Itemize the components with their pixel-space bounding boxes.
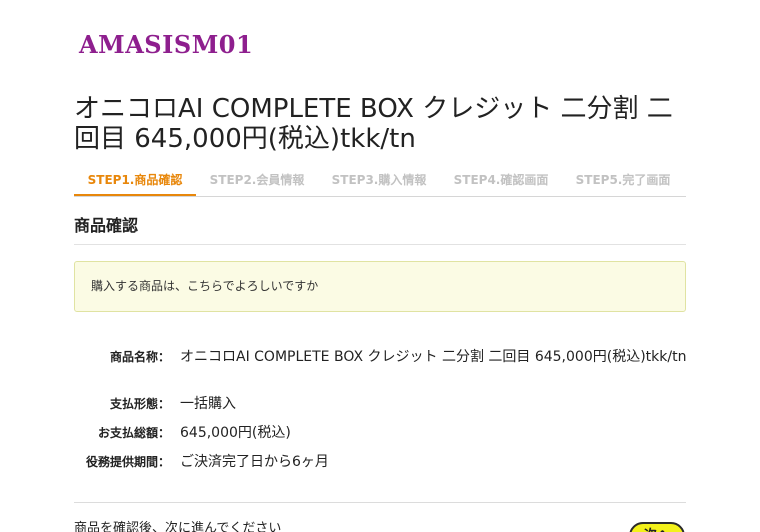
step-product-confirm: STEP1.商品確認 — [74, 168, 196, 196]
detail-total: お支払総額： 645,000円(税込) — [74, 422, 694, 442]
total-label: お支払総額： — [97, 426, 170, 440]
payment-type-value: 一括購入 — [180, 396, 236, 412]
detail-product-name: 商品名称： オニコロAI COMPLETE BOX クレジット 二分割 二回目 6… — [74, 349, 694, 365]
step-member-info: STEP2.会員情報 — [209, 173, 305, 187]
site-logo[interactable]: AMASISM01 — [79, 30, 253, 59]
step-complete-screen: STEP5.完了画面 — [575, 173, 671, 187]
step-purchase-info: STEP3.購入情報 — [331, 173, 427, 187]
service-period-value: ご決済完了日から6ヶ月 — [180, 454, 329, 470]
confirmation-notice: 購入する商品は、こちらでよろしいですか — [74, 261, 686, 312]
product-name-value: オニコロAI COMPLETE BOX クレジット 二分割 二回目 645,00… — [180, 349, 687, 365]
product-name-label: 商品名称： — [109, 350, 170, 364]
section-title: 商品確認 — [74, 212, 686, 245]
total-value: 645,000円(税込) — [180, 425, 291, 441]
product-confirmation-page: AMASISM01 オニコロAI COMPLETE BOX クレジット 二分割 … — [0, 0, 760, 532]
service-period-label: 役務提供期間： — [85, 455, 170, 469]
footer-divider — [74, 502, 686, 503]
payment-type-label: 支払形態： — [109, 397, 170, 411]
footer-instruction: 商品を確認後、次に進んでください — [74, 521, 282, 532]
detail-payment-type: 支払形態： 一括購入 — [74, 393, 694, 413]
page-title: オニコロAI COMPLETE BOX クレジット 二分割 二回目 645,00… — [74, 94, 673, 154]
checkout-steps: STEP1.商品確認 STEP2.会員情報 STEP3.購入情報 STEP4.確… — [74, 168, 686, 197]
step-confirm-screen: STEP4.確認画面 — [453, 173, 549, 187]
detail-service-period: 役務提供期間： ご決済完了日から6ヶ月 — [74, 451, 694, 471]
next-button[interactable]: 次へ — [629, 522, 685, 532]
